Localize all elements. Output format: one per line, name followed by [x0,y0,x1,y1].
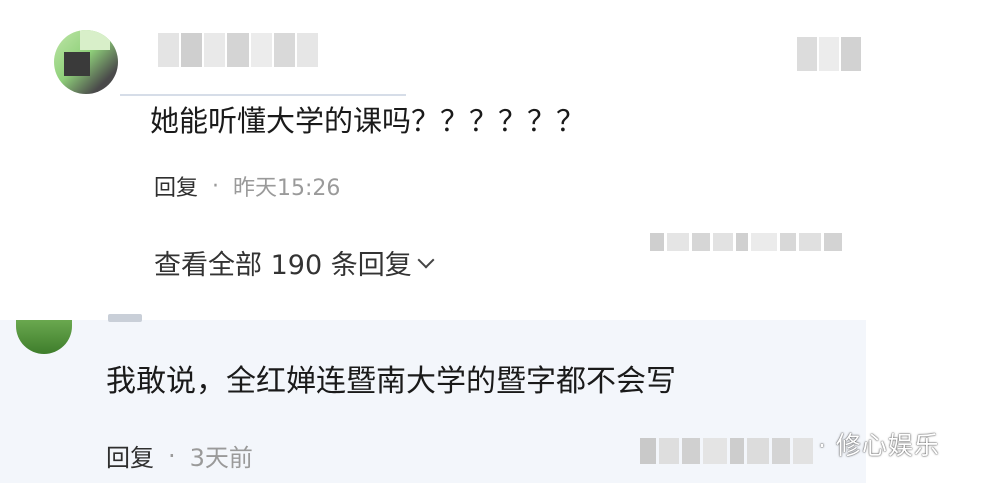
reply-button[interactable]: 回复 [106,438,154,473]
divider [120,94,406,96]
like-area-blurred[interactable] [640,438,813,464]
separator-dot: · [168,441,176,470]
username-blurred[interactable] [108,314,142,322]
username-blurred[interactable] [158,33,318,67]
comment-card: 我敢说，全红婵连暨南大学的暨字都不会写 回复 · 3天前 [0,314,866,483]
avatar-icon[interactable] [16,320,72,354]
like-area-blurred[interactable] [650,233,842,251]
comment-time: 昨天15:26 [233,176,341,201]
chevron-down-icon [417,251,435,268]
comment-text: 她能听懂大学的课吗？？？？？？ [150,104,586,138]
comment-text: 我敢说，全红婵连暨南大学的暨字都不会写 [106,364,676,399]
separator-dot: · [212,173,220,199]
watermark-text: · 修心娱乐 [818,431,940,460]
view-all-replies-button[interactable]: 查看全部 190 条回复 [154,243,435,282]
comment-meta: 回复 · 3天前 [106,438,253,473]
more-options-blurred[interactable] [797,37,861,71]
avatar-icon[interactable] [54,30,118,94]
comment-meta: 回复 · 昨天15:26 [154,170,340,202]
view-all-replies-label: 查看全部 190 条回复 [154,250,412,281]
comment-card: 她能听懂大学的课吗？？？？？？ 回复 · 昨天15:26 查看全部 190 条回… [0,0,986,300]
reply-button[interactable]: 回复 [154,170,198,202]
comment-time: 3天前 [189,444,253,472]
